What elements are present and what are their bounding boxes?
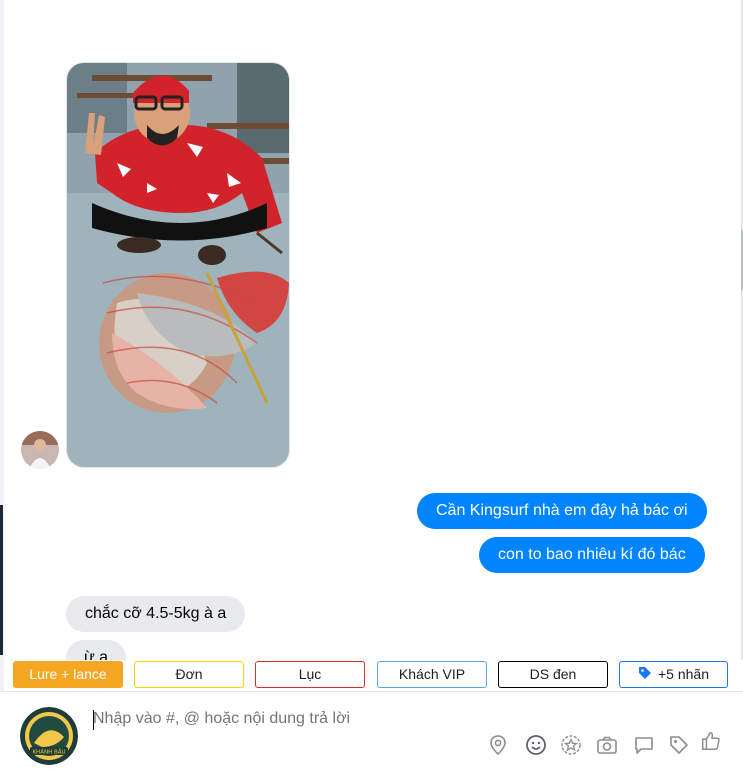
emoji-icon[interactable] <box>525 734 547 756</box>
page-logo: KHÁNH BẦU <box>20 707 78 765</box>
tag-ds-den[interactable]: DS đen <box>498 661 608 688</box>
tag-lure-lance[interactable]: Lure + lance <box>13 661 123 688</box>
label-tag-bar: Lure + lance Đơn Lục Khách VIP DS đen +5… <box>0 660 743 690</box>
photo-message[interactable] <box>66 62 290 468</box>
tag-luc[interactable]: Lục <box>255 661 365 688</box>
message-input[interactable] <box>93 710 653 728</box>
sticker-icon[interactable] <box>560 734 582 756</box>
left-edge-panel <box>0 505 3 655</box>
tag-don[interactable]: Đơn <box>134 661 244 688</box>
tag-icon[interactable] <box>668 734 690 756</box>
customer-avatar[interactable] <box>21 431 59 469</box>
camera-icon[interactable] <box>596 734 618 756</box>
like-icon[interactable] <box>700 730 724 754</box>
comment-icon[interactable] <box>633 734 655 756</box>
outgoing-message[interactable]: Cần Kingsurf nhà em đây hả bác ơi <box>417 493 707 529</box>
more-labels-text: +5 nhãn <box>658 666 709 682</box>
incoming-message[interactable]: chắc cỡ 4.5-5kg à a <box>66 596 246 632</box>
location-icon[interactable] <box>487 734 509 756</box>
conversation-panel: Cần Kingsurf nhà em đây hả bác ơi con to… <box>0 0 743 660</box>
tag-icon <box>638 663 652 688</box>
page-avatar[interactable]: KHÁNH BẦU <box>20 707 78 765</box>
fish-catch-photo <box>67 63 289 467</box>
incoming-message[interactable]: ừ a <box>66 640 127 660</box>
customer-avatar-image <box>21 431 59 469</box>
message-composer: KHÁNH BẦU <box>0 691 743 777</box>
page-logo-text: KHÁNH BẦU <box>32 748 65 756</box>
tag-khach-vip[interactable]: Khách VIP <box>377 661 487 688</box>
tag-more-labels[interactable]: +5 nhãn <box>619 661 728 688</box>
outgoing-message[interactable]: con to bao nhiêu kí đó bác <box>479 537 705 573</box>
